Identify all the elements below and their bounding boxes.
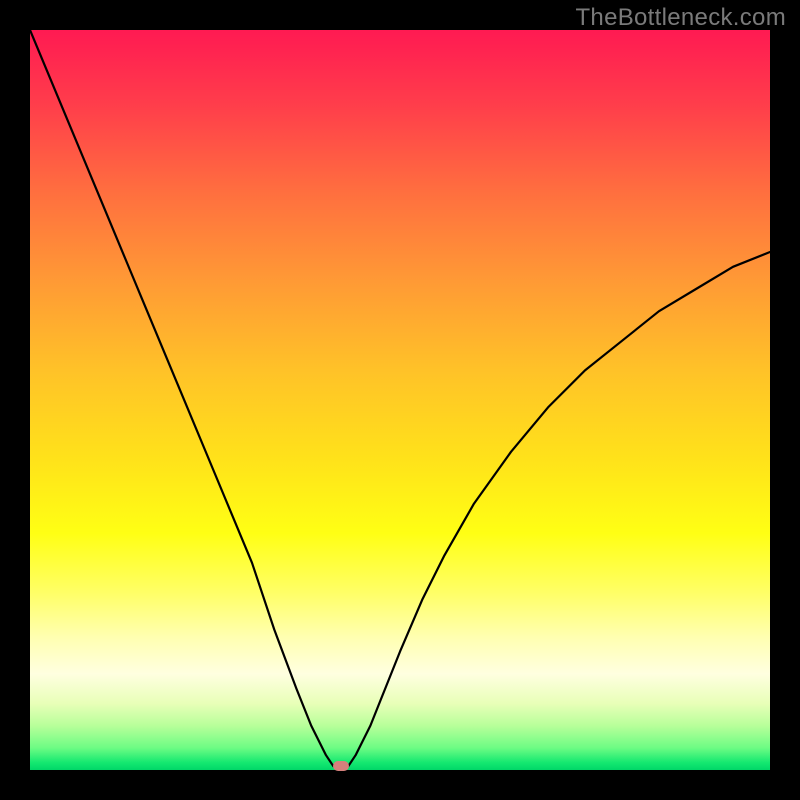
optimal-point-marker <box>333 761 349 771</box>
plot-area <box>30 30 770 770</box>
bottleneck-curve <box>30 30 770 770</box>
watermark-text: TheBottleneck.com <box>575 4 786 32</box>
